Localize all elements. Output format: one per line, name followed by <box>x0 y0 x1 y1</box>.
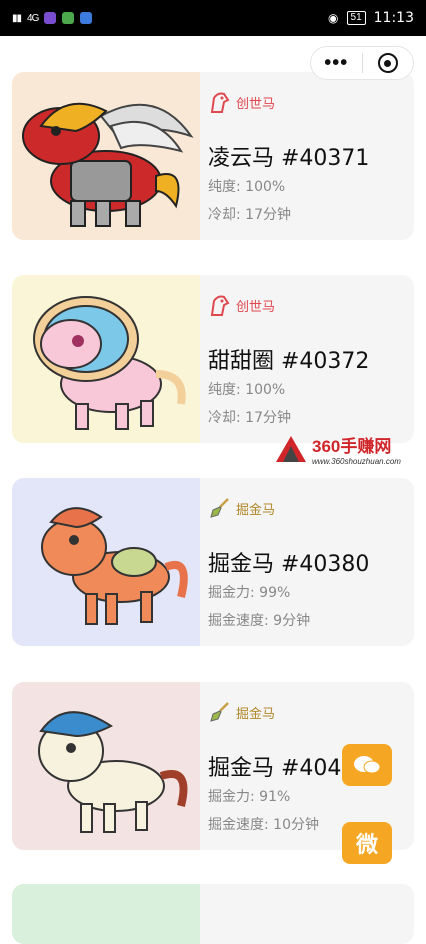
horse-digging-speed: 掘金速度: 10分钟 <box>208 817 319 833</box>
app-notification-icon <box>80 12 93 24</box>
watermark: 360手赚网 www.360shouzhuan.com <box>274 432 401 466</box>
floating-badge[interactable]: 微 <box>342 822 392 864</box>
horse-info: 创世马 凌云马 #40371 纯度: 100% 冷却: 17分钟 <box>200 72 414 240</box>
horse-cooldown: 冷却: 17分钟 <box>208 207 291 223</box>
horse-name: 掘金马 #40380 <box>208 552 370 577</box>
status-left: ▮▮ 4G <box>12 12 93 24</box>
close-icon <box>377 53 398 73</box>
miniprogram-capsule: ••• <box>310 46 414 80</box>
horse-digging-power: 掘金力: 99% <box>208 585 291 601</box>
shovel-icon <box>210 702 229 722</box>
horse-image <box>12 682 200 850</box>
genesis-horse-icon <box>210 295 230 316</box>
horse-image <box>12 275 200 443</box>
horse-digging-power: 掘金力: 91% <box>208 789 291 805</box>
close-button[interactable] <box>363 53 414 73</box>
horse-name: 掘金马 #4046 <box>208 756 356 781</box>
app-notification-icon <box>62 12 75 24</box>
eye-icon: ◉ <box>328 11 339 25</box>
watermark-title: 360手赚网 <box>312 437 392 456</box>
horse-type-tag: 掘金马 <box>208 496 275 520</box>
horse-info <box>200 884 414 944</box>
gold-digger-horse-icon <box>41 507 188 625</box>
horse-card[interactable] <box>12 884 414 944</box>
clock: 11:13 <box>373 10 414 26</box>
network-type: 4G <box>27 12 39 24</box>
floating-badge[interactable] <box>342 744 392 786</box>
horse-image <box>12 884 200 944</box>
pegasus-horse-icon <box>22 102 194 227</box>
app-notification-icon <box>44 12 57 24</box>
battery-indicator: 51 <box>346 11 366 25</box>
status-bar: ▮▮ 4G ◉ 51 11:13 <box>0 0 426 36</box>
horse-type-tag: 创世马 <box>208 90 275 114</box>
horse-purity: 纯度: 100% <box>208 382 286 398</box>
horse-card[interactable]: 掘金马 掘金马 #40380 掘金力: 99% 掘金速度: 9分钟 <box>12 478 414 646</box>
horse-type-tag: 掘金马 <box>208 700 275 724</box>
watermark-logo-icon <box>276 436 306 462</box>
chat-bubble-icon <box>354 756 381 774</box>
horse-image <box>12 72 200 240</box>
horse-card[interactable]: 创世马 甜甜圈 #40372 纯度: 100% 冷却: 17分钟 <box>12 275 414 443</box>
horse-type-tag: 创世马 <box>208 293 275 317</box>
horse-purity: 纯度: 100% <box>208 179 286 195</box>
horse-digging-speed: 掘金速度: 9分钟 <box>208 613 311 629</box>
shovel-icon <box>210 498 229 518</box>
horse-info: 掘金马 掘金马 #40380 掘金力: 99% 掘金速度: 9分钟 <box>200 478 414 646</box>
signal-icon: ▮▮ <box>12 12 22 24</box>
genesis-horse-icon <box>210 92 230 113</box>
more-button[interactable]: ••• <box>311 53 362 73</box>
horse-name: 甜甜圈 #40372 <box>208 349 370 374</box>
status-right: ◉ 51 11:13 <box>328 10 414 26</box>
horse-cooldown: 冷却: 17分钟 <box>208 410 291 426</box>
horse-name: 凌云马 #40371 <box>208 146 370 171</box>
horse-card[interactable]: 创世马 凌云马 #40371 纯度: 100% 冷却: 17分钟 <box>12 72 414 240</box>
badge-label: 微 <box>355 833 378 858</box>
watermark-url: www.360shouzhuan.com <box>312 457 401 466</box>
donut-horse-icon <box>33 296 186 430</box>
horse-info: 创世马 甜甜圈 #40372 纯度: 100% 冷却: 17分钟 <box>200 275 414 443</box>
gold-digger-horse-icon <box>38 711 188 833</box>
horse-image <box>12 478 200 646</box>
